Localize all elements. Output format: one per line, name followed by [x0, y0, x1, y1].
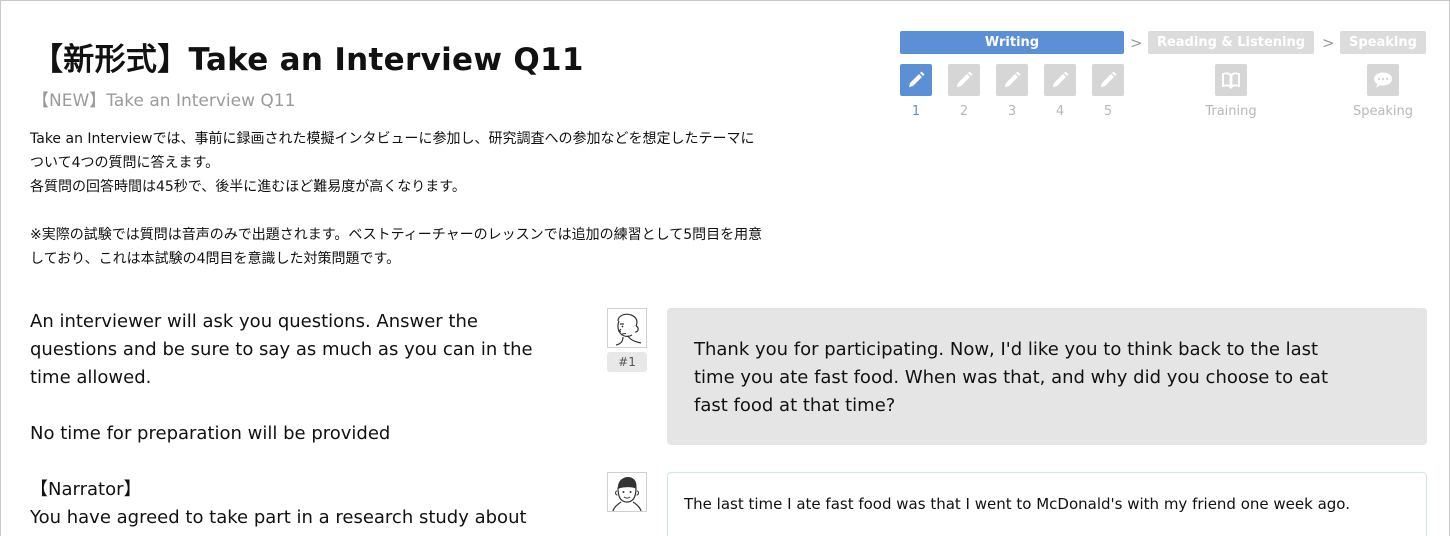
chevron-right-icon: >: [1322, 34, 1335, 52]
question-line: fast food at that time?: [694, 395, 896, 416]
narrator-heading: 【Narrator】: [30, 479, 142, 500]
pencil-icon: [957, 71, 973, 87]
student-face-icon: [612, 477, 642, 512]
instruction-line: You have agreed to take part in a resear…: [30, 507, 527, 528]
interviewer-face-icon: [615, 313, 642, 346]
description-line: ついて4つの質問に答えます。: [30, 155, 220, 171]
step-2-button[interactable]: [948, 64, 980, 96]
step-5-label: 5: [1103, 104, 1113, 119]
stage-reading-listening[interactable]: Reading & Listening: [1148, 31, 1314, 54]
instructions: An interviewer will ask you questions. A…: [30, 308, 590, 532]
step-3-button[interactable]: [996, 64, 1028, 96]
answer-text: The last time I ate fast food was that I…: [684, 495, 1350, 513]
step-1-label: 1: [911, 104, 921, 119]
book-icon: [1222, 72, 1240, 89]
step-5-button[interactable]: [1092, 64, 1124, 96]
pencil-icon: [1101, 71, 1117, 87]
chevron-right-icon: >: [1130, 34, 1143, 52]
page-title: 【新形式】Take an Interview Q11: [32, 42, 584, 78]
instruction-line: No time for preparation will be provided: [30, 423, 391, 444]
stage-writing[interactable]: Writing: [900, 31, 1124, 54]
step-2-label: 2: [959, 104, 969, 119]
instruction-line: An interviewer will ask you questions. A…: [30, 311, 478, 332]
speech-bubble-icon: [1374, 72, 1392, 88]
question-line: Thank you for participating. Now, I'd li…: [694, 339, 1319, 360]
page-subtitle: 【NEW】Take an Interview Q11: [32, 91, 296, 111]
student-avatar-icon: [607, 472, 647, 512]
description-line: しており、これは本試験の4問目を意識した対策問題です。: [30, 251, 401, 267]
description-line: Take an Interviewでは、事前に録画された模擬インタビューに参加し…: [30, 131, 755, 147]
step-1-button[interactable]: [900, 64, 932, 96]
speaking-step-button[interactable]: [1367, 64, 1399, 96]
training-step-button[interactable]: [1215, 64, 1247, 96]
description-line: ※実際の試験では質問は音声のみで出題されます。ベストティーチャーのレッスンでは追…: [30, 227, 763, 243]
pencil-icon: [909, 71, 925, 87]
question-number-badge: #1: [607, 352, 647, 372]
step-4-label: 4: [1055, 104, 1065, 119]
step-4-button[interactable]: [1044, 64, 1076, 96]
description-line: 各質問の回答時間は45秒で、後半に進むほど難易度が高くなります。: [30, 179, 466, 195]
student-answer-bubble: The last time I ate fast food was that I…: [667, 472, 1427, 536]
question-line: time you ate fast food. When was that, a…: [694, 367, 1328, 388]
interviewer-avatar-icon: [607, 308, 647, 348]
task-description: Take an Interviewでは、事前に録画された模擬インタビューに参加し…: [30, 127, 880, 271]
stage-speaking[interactable]: Speaking: [1340, 31, 1426, 54]
step-3-label: 3: [1007, 104, 1017, 119]
instruction-line: questions and be sure to say as much as …: [30, 339, 533, 360]
interviewer-question-bubble: Thank you for participating. Now, I'd li…: [667, 308, 1427, 445]
pencil-icon: [1053, 71, 1069, 87]
progress-stepper: Writing > Reading & Listening > Speaking…: [900, 31, 1430, 131]
instruction-line: time allowed.: [30, 367, 152, 388]
training-step-label: Training: [1205, 104, 1257, 119]
speaking-step-label: Speaking: [1352, 104, 1414, 119]
pencil-icon: [1005, 71, 1021, 87]
